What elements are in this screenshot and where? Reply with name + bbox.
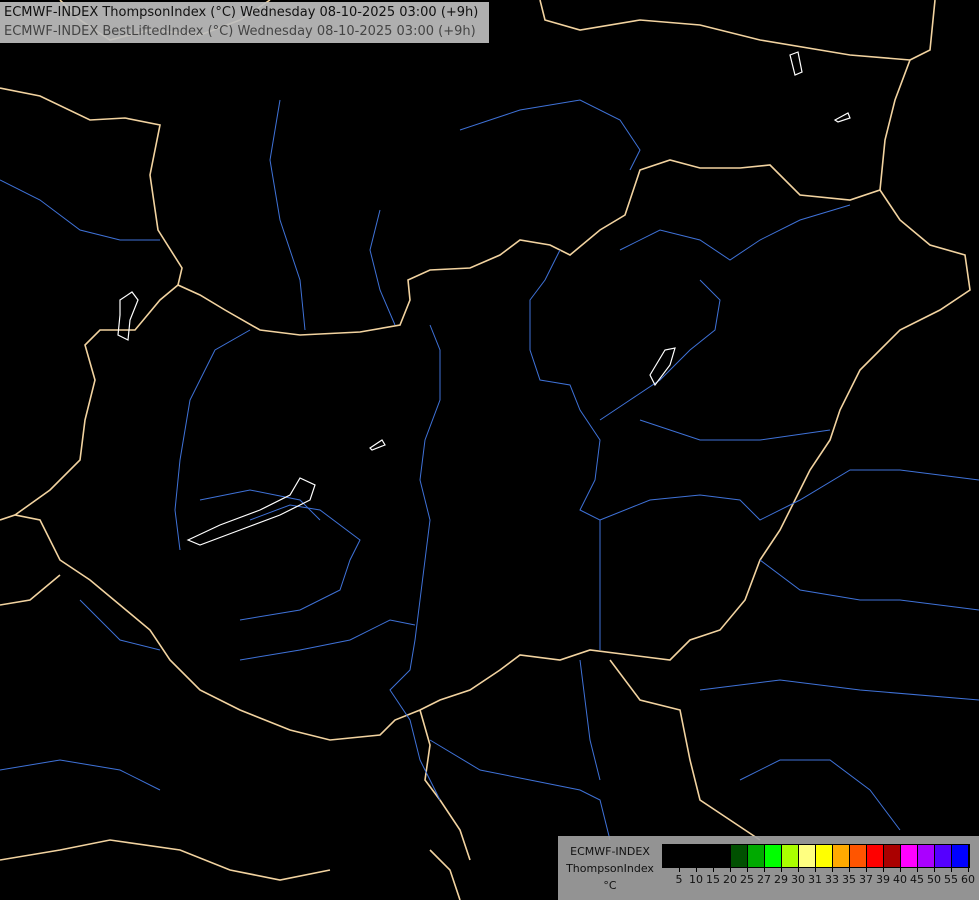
legend-tick	[696, 866, 697, 872]
map-canvas	[0, 0, 979, 900]
legend-swatch	[799, 845, 816, 867]
legend-swatch	[867, 845, 884, 867]
legend-tick	[713, 866, 714, 872]
title-primary: ECMWF-INDEX ThompsonIndex (°C) Wednesday…	[4, 5, 479, 20]
legend-tick	[747, 866, 748, 872]
title-secondary: ECMWF-INDEX BestLiftedIndex (°C) Wednesd…	[4, 24, 476, 39]
legend-tick-label: 15	[706, 873, 720, 886]
legend-swatch	[816, 845, 833, 867]
legend-tick-label: 37	[859, 873, 873, 886]
legend-unit: °C	[603, 879, 617, 892]
legend-swatch	[748, 845, 765, 867]
legend-tick	[968, 866, 969, 872]
legend-tick	[679, 866, 680, 872]
legend-tick	[832, 866, 833, 872]
legend-tick	[730, 866, 731, 872]
legend-tick-label: 30	[791, 873, 805, 886]
legend-tick-label: 5	[675, 873, 683, 886]
legend-tick-label: 40	[893, 873, 907, 886]
legend-swatch	[952, 845, 969, 867]
lake-balaton	[186, 477, 316, 546]
legend-tick	[866, 866, 867, 872]
color-legend: ECMWF-INDEX ThompsonIndex °C 5 10 15 20 25 27…	[558, 836, 979, 900]
legend-tick	[934, 866, 935, 872]
legend-tick-label: 35	[842, 873, 856, 886]
legend-swatch	[833, 845, 850, 867]
legend-swatch	[918, 845, 935, 867]
legend-swatch	[850, 845, 867, 867]
legend-tick-label: 39	[876, 873, 890, 886]
legend-tick-label: 50	[927, 873, 941, 886]
legend-tick-label: 27	[757, 873, 771, 886]
legend-model: ECMWF-INDEX	[570, 845, 650, 858]
map-title-box: ECMWF-INDEX ThompsonIndex (°C) Wednesday…	[0, 2, 489, 43]
legend-tick-label: 20	[723, 873, 737, 886]
legend-tick	[849, 866, 850, 872]
legend-swatch	[765, 845, 782, 867]
legend-tick	[900, 866, 901, 872]
lakes	[117, 51, 851, 546]
legend-tick-label: 31	[808, 873, 822, 886]
legend-tick	[781, 866, 782, 872]
legend-tick	[951, 866, 952, 872]
legend-tick	[798, 866, 799, 872]
legend-tick-label: 10	[689, 873, 703, 886]
legend-swatch	[935, 845, 952, 867]
legend-tick-label: 25	[740, 873, 754, 886]
legend-swatch	[901, 845, 918, 867]
rivers	[0, 99, 979, 841]
legend-swatch	[697, 845, 714, 867]
country-borders	[0, 0, 971, 900]
legend-swatch	[884, 845, 901, 867]
legend-swatch	[714, 845, 731, 867]
lake-neusiedl	[117, 291, 139, 341]
legend-tick-label: 45	[910, 873, 924, 886]
legend-swatch	[731, 845, 748, 867]
legend-color-bar	[662, 844, 970, 868]
legend-tick-label: 33	[825, 873, 839, 886]
legend-tick	[815, 866, 816, 872]
legend-tick	[764, 866, 765, 872]
legend-parameter: ThompsonIndex	[566, 862, 654, 875]
legend-swatch	[663, 845, 680, 867]
legend-swatch	[680, 845, 697, 867]
legend-tick	[917, 866, 918, 872]
legend-swatch	[782, 845, 799, 867]
legend-tick-label: 60	[961, 873, 975, 886]
legend-tick	[883, 866, 884, 872]
legend-tick-label: 55	[944, 873, 958, 886]
legend-tick-label: 29	[774, 873, 788, 886]
